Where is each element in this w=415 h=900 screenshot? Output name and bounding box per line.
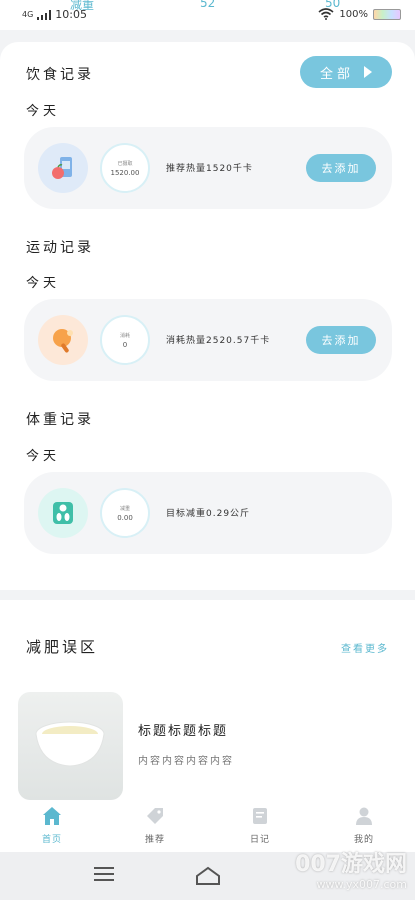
view-more-link[interactable]: 查看更多 <box>341 640 389 655</box>
play-arrow-icon <box>364 66 372 78</box>
exercise-progress-ring: 消耗 0 <box>100 315 150 365</box>
exercise-add-button[interactable]: 去添加 <box>306 326 376 354</box>
bottom-tab-bar: 首页 推荐 日记 我的 <box>0 800 415 852</box>
food-icon <box>38 143 88 193</box>
weight-goal-text: 目标减重0.29公斤 <box>166 509 251 519</box>
battery-percent: 100% <box>339 8 368 20</box>
menu-icon[interactable] <box>94 866 114 882</box>
exercise-section-title: 运动记录 <box>26 240 94 256</box>
ping-pong-icon <box>38 315 88 365</box>
exercise-record-row: 消耗 0 消耗热量2520.57千卡 去添加 <box>24 299 392 381</box>
scale-icon <box>38 488 88 538</box>
all-button[interactable]: 全部 <box>300 56 392 88</box>
diet-today-label: 今天 <box>26 104 61 119</box>
tab-recommend[interactable]: 推荐 <box>125 806 185 850</box>
watermark-brand: 007游戏网 <box>295 852 407 877</box>
records-card: 饮食记录 全部 今天 已摄取 1520.00 推荐热量1520千卡 去添加 运动… <box>0 42 415 590</box>
article-thumbnail[interactable] <box>18 692 123 800</box>
weight-ring-value: 0.00 <box>117 513 133 522</box>
tab-home[interactable]: 首页 <box>22 806 82 850</box>
tab-home-label: 首页 <box>41 835 62 845</box>
tab-diary-label: 日记 <box>249 835 270 845</box>
diet-ring-value: 1520.00 <box>110 168 140 177</box>
articles-card: 减肥误区 查看更多 <box>0 600 415 800</box>
tab-recommend-label: 推荐 <box>144 835 165 845</box>
network-indicator: 4G <box>22 9 34 19</box>
exercise-today-label: 今天 <box>26 276 61 291</box>
diet-recommend-text: 推荐热量1520千卡 <box>166 164 253 174</box>
signal-icon <box>37 9 52 20</box>
status-bar: 4G 10:05 减重 52 50 100% <box>0 0 415 30</box>
weight-today-label: 今天 <box>26 449 61 464</box>
bowl-image <box>35 721 105 767</box>
peek-label-mid: 52 <box>200 0 216 10</box>
article-content: 内容内容内容内容 <box>138 756 234 767</box>
user-icon <box>356 807 372 825</box>
exercise-burn-text: 消耗热量2520.57千卡 <box>166 336 271 346</box>
weight-section-title: 体重记录 <box>26 412 94 428</box>
weight-ring-label: 减重 <box>119 505 130 512</box>
tab-diary[interactable]: 日记 <box>230 806 290 850</box>
diet-add-button[interactable]: 去添加 <box>306 154 376 182</box>
peek-label-left: 减重 <box>70 0 95 12</box>
watermark-url: www.yx007.com <box>316 878 407 891</box>
diet-progress-ring: 已摄取 1520.00 <box>100 143 150 193</box>
all-button-label: 全部 <box>319 66 354 82</box>
articles-section-title: 减肥误区 <box>26 638 99 656</box>
diet-record-row: 已摄取 1520.00 推荐热量1520千卡 去添加 <box>24 127 392 209</box>
weight-progress-ring: 减重 0.00 <box>100 488 150 538</box>
weight-record-row: 减重 0.00 目标减重0.29公斤 <box>24 472 392 554</box>
home-nav-icon[interactable] <box>195 866 221 886</box>
diet-ring-label: 已摄取 <box>117 160 133 167</box>
tab-mine[interactable]: 我的 <box>334 806 394 850</box>
watermark: 007游戏网 www.yx007.com <box>295 846 407 891</box>
wifi-icon <box>318 8 334 20</box>
diary-icon <box>253 808 267 824</box>
article-title[interactable]: 标题标题标题 <box>138 720 228 739</box>
status-right: 100% <box>318 8 401 20</box>
tab-mine-label: 我的 <box>353 835 374 845</box>
tag-icon <box>147 808 163 824</box>
home-icon <box>43 807 61 825</box>
diet-section-title: 饮食记录 <box>26 67 94 83</box>
battery-icon <box>373 8 401 20</box>
exercise-ring-value: 0 <box>122 340 128 349</box>
exercise-ring-label: 消耗 <box>119 332 130 339</box>
